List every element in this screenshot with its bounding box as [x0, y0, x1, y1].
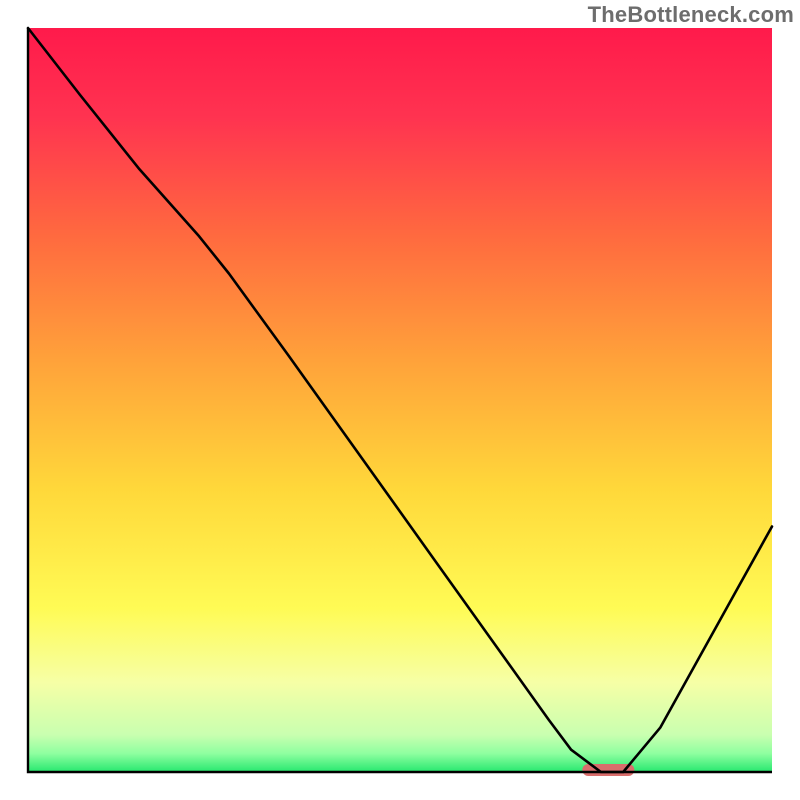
watermark-label: TheBottleneck.com [588, 2, 794, 28]
bottleneck-chart [0, 0, 800, 800]
plot-background [28, 28, 772, 772]
chart-container: TheBottleneck.com [0, 0, 800, 800]
